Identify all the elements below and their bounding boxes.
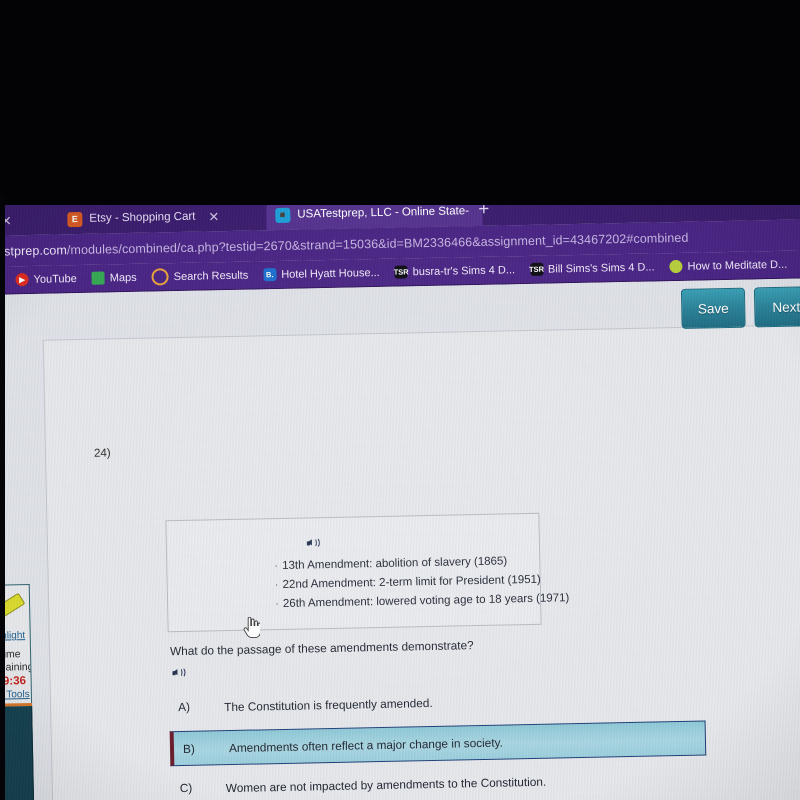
bookmark-label: Search Results bbox=[173, 269, 249, 283]
speaker-icon[interactable] bbox=[306, 534, 322, 552]
photo-black-border-left bbox=[0, 195, 5, 800]
browser-window: E Etsy ✕ E Etsy - Shopping Cart ✕ ◾ USAT… bbox=[0, 185, 800, 800]
question-number-24: 24) bbox=[93, 447, 111, 460]
bookmark-youtube[interactable]: ▶ YouTube bbox=[15, 272, 77, 287]
bookmark-label: How to Meditate D... bbox=[687, 258, 788, 273]
option-text: Amendments often reflect a major change … bbox=[228, 735, 503, 755]
usatestprep-icon: ◾ bbox=[275, 207, 291, 223]
bookmark-label: Hotel Hyatt House... bbox=[281, 266, 380, 281]
bookmark-maps[interactable]: Maps bbox=[91, 271, 137, 285]
save-button[interactable]: Save bbox=[680, 287, 746, 329]
bookmark-label: Bill Sims's Sims 4 D... bbox=[547, 260, 655, 276]
tab-title: USATestprep, LLC - Online State- bbox=[297, 205, 470, 221]
rail-panel bbox=[0, 706, 35, 800]
question-stem-24: What do the passage of these amendments … bbox=[169, 638, 474, 659]
url-domain: usatestprep.com bbox=[0, 242, 68, 259]
speaker-icon[interactable] bbox=[172, 664, 187, 682]
b-icon: B. bbox=[263, 268, 277, 282]
photo-black-border-top bbox=[0, 0, 800, 205]
tools-rail: Highlight Time Remaining 0:59:36 Hide To… bbox=[0, 584, 35, 800]
bookmark-hotel-hyatt[interactable]: B. Hotel Hyatt House... bbox=[263, 266, 380, 282]
bookmark-label: YouTube bbox=[33, 272, 77, 286]
next-button[interactable]: Next bbox=[753, 286, 800, 328]
option-text: The Constitution is frequently amended. bbox=[224, 695, 433, 715]
bookmark-search-results[interactable]: Search Results bbox=[151, 267, 249, 286]
bookmark-label: busra-tr's Sims 4 D... bbox=[412, 263, 516, 278]
passage-list: 13th Amendment: abolition of slavery (18… bbox=[274, 551, 569, 614]
sims-icon: TSR bbox=[528, 262, 545, 276]
option-letter: A) bbox=[178, 699, 191, 715]
tab-title: Etsy - Shopping Cart bbox=[89, 210, 196, 225]
search-icon bbox=[151, 268, 169, 286]
option-text: Women are not impacted by amendments to … bbox=[225, 774, 547, 796]
meditate-icon bbox=[669, 259, 683, 274]
url-path: /modules/combined/ca.php?testid=2670&str… bbox=[66, 230, 689, 257]
photographed-screen: E Etsy ✕ E Etsy - Shopping Cart ✕ ◾ USAT… bbox=[0, 0, 800, 800]
browser-tab-etsy-cart[interactable]: E Etsy - Shopping Cart ✕ bbox=[58, 200, 277, 234]
close-icon[interactable]: ✕ bbox=[208, 209, 219, 224]
passage-box: 13th Amendment: abolition of slavery (18… bbox=[165, 512, 569, 633]
question-actions: Save Next bbox=[680, 286, 800, 329]
option-letter: C) bbox=[179, 780, 193, 796]
sims-icon: TSR bbox=[393, 265, 409, 279]
bookmark-how-to-meditate[interactable]: How to Meditate D... bbox=[669, 258, 788, 274]
answer-option-a[interactable]: A) The Constitution is frequently amende… bbox=[169, 690, 705, 717]
etsy-icon: E bbox=[67, 211, 83, 227]
bookmark-label: Maps bbox=[109, 271, 137, 284]
answer-option-b[interactable]: B) Amendments often reflect a major chan… bbox=[169, 720, 707, 767]
bookmark-bill-sims[interactable]: TSR Bill Sims's Sims 4 D... bbox=[528, 260, 655, 276]
youtube-icon: ▶ bbox=[15, 273, 29, 287]
test-content-sheet: 24) 13th Amendment: abolition of slavery… bbox=[42, 324, 800, 800]
answer-option-c[interactable]: C) Women are not impacted by amendments … bbox=[171, 770, 707, 797]
bookmark-busra-sims[interactable]: TSR busra-tr's Sims 4 D... bbox=[393, 263, 516, 279]
option-letter: B) bbox=[182, 741, 195, 756]
maps-icon bbox=[91, 271, 105, 285]
page-viewport: Save Next 24) 13th Amendment: abolition … bbox=[0, 278, 800, 800]
